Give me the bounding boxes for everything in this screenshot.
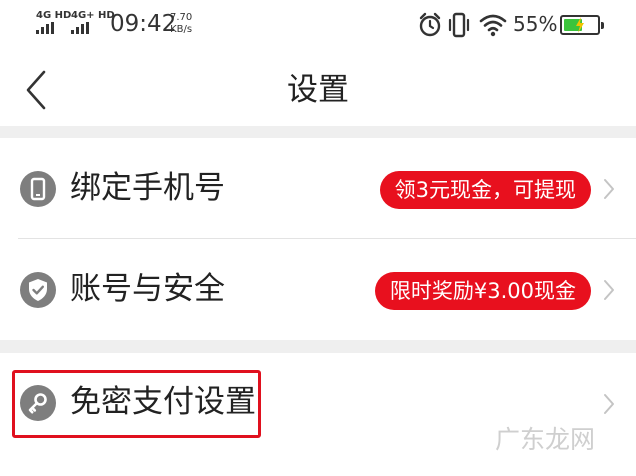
watermark: 广东龙网 bbox=[495, 425, 596, 454]
network-speed-value: 7.70 bbox=[170, 12, 193, 23]
network-type-2: 4G+ HD bbox=[71, 10, 115, 21]
chevron-right-icon bbox=[604, 179, 614, 199]
network-speed-unit: KB/s bbox=[170, 24, 193, 35]
bind-phone-row[interactable]: 绑定手机号 领3元现金，可提现 bbox=[0, 138, 636, 239]
vibrate-icon bbox=[448, 12, 470, 38]
shield-check-icon bbox=[20, 272, 56, 308]
status-bar: 4G HD 4G+ HD 09:42 7.70 KB/s 55% bbox=[0, 0, 636, 52]
account-security-row[interactable]: 账号与安全 限时奖励¥3.00现金 bbox=[0, 239, 636, 339]
alarm-icon bbox=[419, 12, 441, 37]
bind-phone-label: 绑定手机号 bbox=[70, 170, 225, 206]
battery-percent: 55% bbox=[513, 12, 558, 36]
charging-icon bbox=[576, 17, 584, 33]
phone-icon bbox=[20, 171, 56, 207]
highlight-annotation bbox=[12, 370, 261, 438]
wifi-icon bbox=[479, 14, 507, 37]
page-title: 设置 bbox=[287, 72, 349, 108]
cash-reward-badge: 领3元现金，可提现 bbox=[379, 171, 591, 209]
clock: 09:42 bbox=[110, 11, 177, 37]
nav-bar: 设置 bbox=[0, 52, 636, 126]
chevron-right-icon bbox=[604, 394, 614, 414]
network-speed: 7.70 KB/s bbox=[170, 12, 192, 36]
signal-icon bbox=[71, 22, 89, 34]
account-security-label: 账号与安全 bbox=[70, 271, 225, 307]
settings-group: 绑定手机号 领3元现金，可提现 账号与安全 限时奖励¥3.00现金 bbox=[0, 138, 636, 340]
reward-badge: 限时奖励¥3.00现金 bbox=[374, 272, 591, 310]
chevron-right-icon bbox=[604, 280, 614, 300]
network-type-1: 4G HD bbox=[36, 10, 72, 21]
battery-icon bbox=[560, 15, 604, 35]
signal-icon bbox=[36, 22, 54, 34]
